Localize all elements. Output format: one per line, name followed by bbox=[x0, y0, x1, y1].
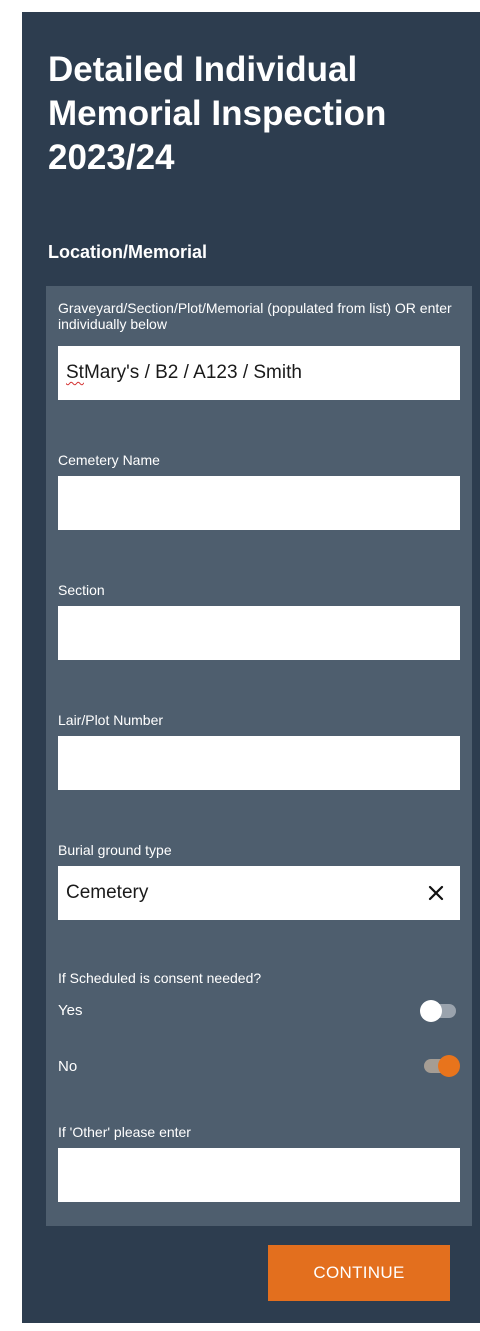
burial-ground-type-select[interactable]: Cemetery bbox=[58, 866, 460, 920]
cemetery-name-label: Cemetery Name bbox=[58, 452, 160, 468]
lair-plot-number-input[interactable] bbox=[58, 736, 460, 790]
close-icon[interactable] bbox=[422, 879, 450, 907]
burial-ground-type-label: Burial ground type bbox=[58, 842, 172, 858]
toggle-thumb bbox=[438, 1055, 460, 1077]
location-memorial-panel: Graveyard/Section/Plot/Memorial (populat… bbox=[46, 286, 472, 1226]
consent-question-label: If Scheduled is consent needed? bbox=[58, 970, 262, 986]
section-input[interactable] bbox=[58, 606, 460, 660]
other-enter-label: If 'Other' please enter bbox=[58, 1124, 191, 1140]
continue-button[interactable]: CONTINUE bbox=[268, 1245, 450, 1301]
other-enter-input[interactable] bbox=[58, 1148, 460, 1202]
burial-ground-type-value: Cemetery bbox=[66, 882, 149, 903]
consent-yes-label: Yes bbox=[58, 1002, 83, 1019]
consent-no-toggle[interactable] bbox=[420, 1054, 460, 1078]
section-heading: Location/Memorial bbox=[48, 242, 208, 262]
section-label: Section bbox=[58, 582, 105, 598]
cemetery-name-input[interactable] bbox=[58, 476, 460, 530]
memorial-lookup-input[interactable]: St Mary's / B2 / A123 / Smith bbox=[58, 346, 460, 400]
page-title: Detailed Individual Memorial Inspection … bbox=[48, 50, 387, 177]
memorial-lookup-value-misspelled-word: St bbox=[66, 362, 84, 383]
lair-plot-number-label: Lair/Plot Number bbox=[58, 712, 164, 728]
memorial-lookup-label: Graveyard/Section/Plot/Memorial (populat… bbox=[58, 300, 452, 332]
consent-no-label: No bbox=[58, 1058, 78, 1075]
form-screen: Detailed Individual Memorial Inspection … bbox=[22, 12, 480, 1323]
toggle-thumb bbox=[420, 1000, 442, 1022]
memorial-lookup-value: Mary's / B2 / A123 / Smith bbox=[83, 362, 302, 383]
consent-yes-toggle[interactable] bbox=[420, 999, 460, 1023]
